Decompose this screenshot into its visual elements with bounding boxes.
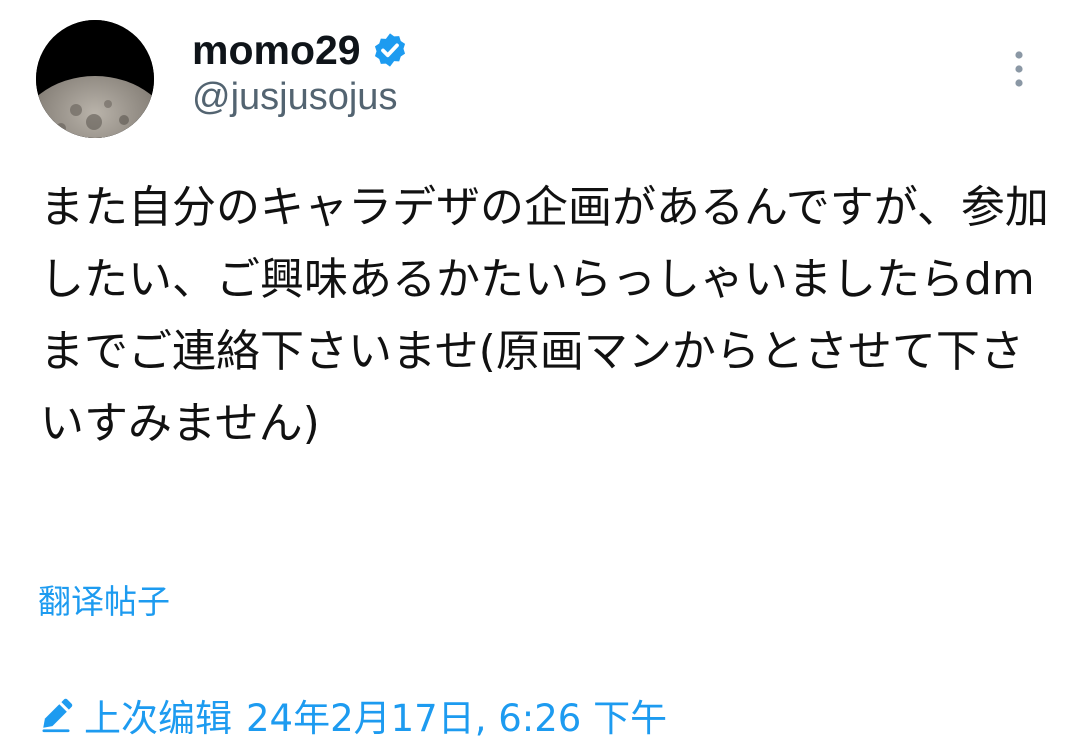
pencil-icon (38, 697, 74, 733)
more-vertical-icon (1015, 51, 1023, 87)
tweet-text: また自分のキャラデザの企画があるんですが、参加したい、ご興味あるかたいらっしゃい… (40, 182, 1049, 449)
author-name[interactable]: momo29 (192, 27, 361, 74)
edit-timestamp: 24年2月17日, 6:26 下午 (246, 697, 668, 740)
edit-label: 上次编辑 (84, 697, 232, 740)
more-options-button[interactable] (1004, 44, 1034, 94)
avatar[interactable] (36, 20, 154, 138)
verified-badge-icon (371, 31, 409, 69)
author-handle[interactable]: @jusjusojus (192, 76, 397, 119)
translate-post-link[interactable]: 翻译帖子 (38, 575, 170, 623)
avatar-image (36, 20, 154, 138)
edit-history-link[interactable]: 上次编辑 24年2月17日, 6:26 下午 (38, 688, 667, 742)
author-name-row[interactable]: momo29 (192, 22, 409, 78)
